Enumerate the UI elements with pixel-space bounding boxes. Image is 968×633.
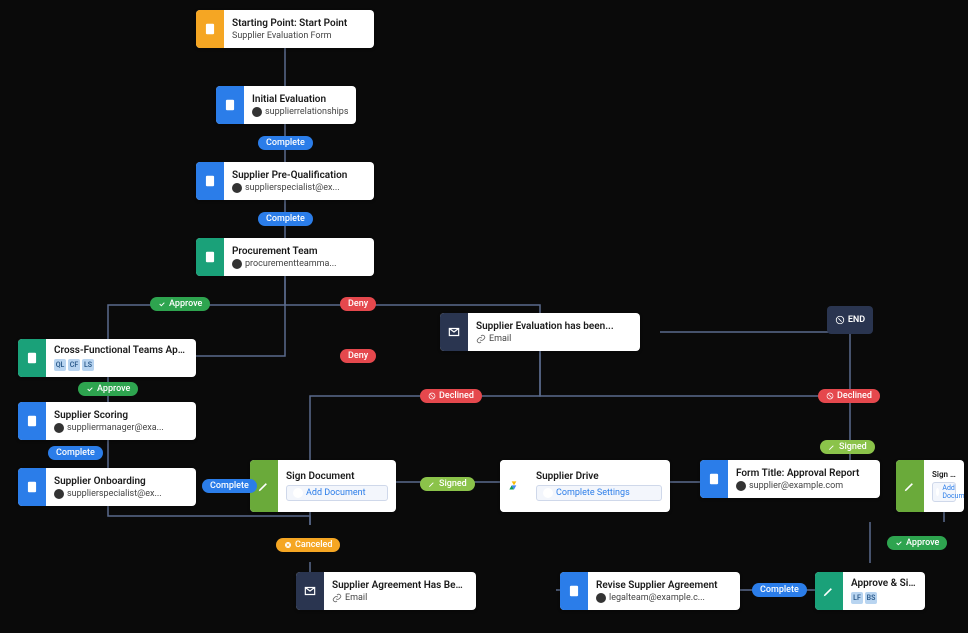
node-title: Approve & Sign <box>851 578 917 589</box>
node-supplier-drive[interactable]: Supplier Drive !Complete Settings <box>500 460 670 512</box>
pill-signed: Signed <box>820 440 875 454</box>
sign-icon <box>815 572 843 610</box>
node-subtitle: legalteam@example.c... <box>596 593 732 603</box>
node-subtitle: Email <box>476 334 632 344</box>
node-approve-sign[interactable]: Approve & Sign LFBS <box>815 572 925 610</box>
task-icon <box>196 238 224 276</box>
complete-settings-button[interactable]: !Complete Settings <box>536 485 662 501</box>
pill-signed: Signed <box>420 477 475 491</box>
check-icon <box>158 300 166 308</box>
node-subtitle: suppliermanager@exa... <box>54 423 188 433</box>
node-title: Supplier Pre-Qualification <box>232 170 366 181</box>
pill-deny: Deny <box>340 297 376 311</box>
pill-approve: Approve <box>150 297 210 311</box>
add-document-button[interactable]: +Add Document <box>932 482 956 502</box>
pill-complete: Complete <box>48 446 103 460</box>
pill-canceled: Canceled <box>276 538 340 552</box>
task-icon <box>560 572 588 610</box>
pill-approve: Approve <box>78 382 138 396</box>
node-supplier-scoring[interactable]: Supplier Scoring suppliermanager@exa... <box>18 402 196 440</box>
link-icon <box>332 593 342 603</box>
avatar-icon <box>54 489 64 499</box>
node-supplier-onboarding[interactable]: Supplier Onboarding supplierspecialist@ex… <box>18 468 196 506</box>
node-pre-qualification[interactable]: Supplier Pre-Qualification supplierspecia… <box>196 162 374 200</box>
cancel-icon <box>428 392 436 400</box>
pill-declined: Declined <box>420 389 482 403</box>
form-icon <box>196 10 224 48</box>
avatar-icon <box>232 183 242 193</box>
node-sign-document-1[interactable]: Sign Document +Add Document <box>250 460 396 512</box>
node-title: Initial Evaluation <box>252 94 348 105</box>
node-subtitle: procurementteamma... <box>232 259 366 269</box>
node-title: Supplier Drive <box>536 471 662 482</box>
task-icon <box>18 339 46 377</box>
node-title: Supplier Scoring <box>54 410 188 421</box>
pill-declined: Declined <box>818 389 880 403</box>
pill-complete: Complete <box>202 479 257 493</box>
task-icon <box>18 468 46 506</box>
node-title: Revise Supplier Agreement <box>596 580 732 591</box>
task-icon <box>18 402 46 440</box>
sign-icon <box>896 460 924 512</box>
avatar-icon <box>736 481 746 491</box>
pill-complete: Complete <box>752 583 807 597</box>
avatar-icon <box>596 593 606 603</box>
x-icon <box>284 541 292 549</box>
email-icon <box>440 313 468 351</box>
node-title: Supplier Evaluation has been... <box>476 321 632 332</box>
node-start[interactable]: Starting Point: Start Point Supplier Eval… <box>196 10 374 48</box>
link-icon <box>476 334 486 344</box>
check-icon <box>86 385 94 393</box>
node-form-title[interactable]: Form Title: Approval Report supplier@exam… <box>700 460 880 498</box>
node-title: Procurement Team <box>232 246 366 257</box>
node-supplier-evaluation-email[interactable]: Supplier Evaluation has been... Email <box>440 313 640 351</box>
email-icon <box>296 572 324 610</box>
node-end[interactable]: END <box>827 306 873 334</box>
form-icon <box>700 460 728 498</box>
node-title: Form Title: Approval Report <box>736 468 872 479</box>
node-title: Sign Document <box>286 471 388 482</box>
avatar-icon <box>252 107 262 117</box>
avatar-icon <box>54 423 64 433</box>
stop-icon <box>835 315 845 325</box>
node-subtitle: supplierrelationshipsp... <box>252 107 348 117</box>
add-document-button[interactable]: +Add Document <box>286 485 388 501</box>
task-icon <box>196 162 224 200</box>
pen-icon <box>828 443 836 451</box>
pill-complete: Complete <box>258 136 313 150</box>
pill-deny: Deny <box>340 349 376 363</box>
node-subtitle: supplierspecialist@ex... <box>54 489 188 499</box>
node-subtitle: Email <box>332 593 468 603</box>
check-icon <box>895 539 903 547</box>
node-sign-document-2[interactable]: Sign Document +Add Document <box>896 460 964 512</box>
avatar-group: LFBS <box>851 592 917 604</box>
node-revise-agreement[interactable]: Revise Supplier Agreement legalteam@examp… <box>560 572 740 610</box>
node-supplier-agreement-email[interactable]: Supplier Agreement Has Bee... Email <box>296 572 476 610</box>
pill-complete: Complete <box>258 212 313 226</box>
node-subtitle: Supplier Evaluation Form <box>232 31 366 41</box>
node-subtitle: supplier@example.com <box>736 481 872 491</box>
node-title: Supplier Onboarding <box>54 476 188 487</box>
avatar-group: QLCFLS <box>54 359 188 371</box>
pill-approve: Approve <box>887 536 947 550</box>
node-title: Sign Document <box>932 470 956 479</box>
node-title: Cross-Functional Teams App... <box>54 345 188 356</box>
pen-icon <box>428 480 436 488</box>
avatar-icon <box>232 259 242 269</box>
node-title: Supplier Agreement Has Bee... <box>332 580 468 591</box>
node-initial-evaluation[interactable]: Initial Evaluation supplierrelationshipsp… <box>216 86 356 124</box>
node-cross-functional[interactable]: Cross-Functional Teams App... QLCFLS <box>18 339 196 377</box>
cancel-icon <box>826 392 834 400</box>
drive-icon <box>500 460 528 512</box>
task-icon <box>216 86 244 124</box>
node-procurement-team[interactable]: Procurement Team procurementteamma... <box>196 238 374 276</box>
node-subtitle: supplierspecialist@ex... <box>232 183 366 193</box>
node-title: Starting Point: Start Point <box>232 18 366 29</box>
